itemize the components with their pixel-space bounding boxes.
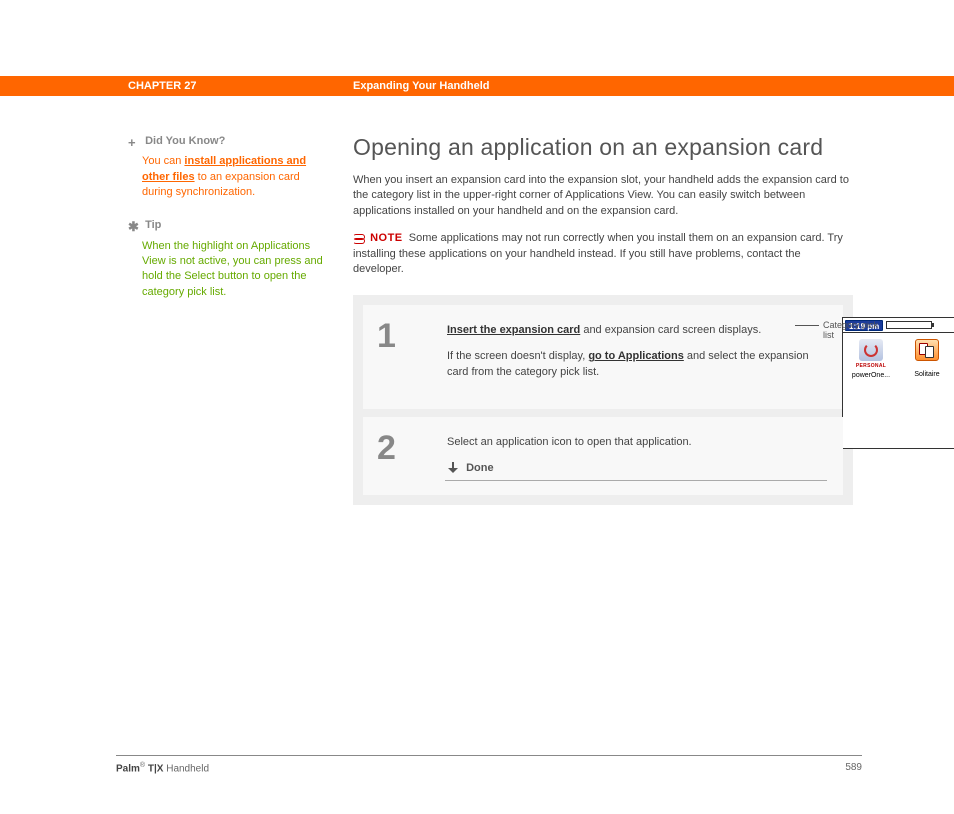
- sidebar: + Did You Know? You can install applicat…: [128, 134, 353, 505]
- page-number: 589: [845, 762, 862, 774]
- go-to-applications-link[interactable]: go to Applications: [588, 350, 684, 362]
- note-body: Some applications may not run correctly …: [353, 232, 843, 275]
- solitaire-icon: [915, 339, 939, 361]
- done-label: Done: [466, 462, 494, 474]
- step2-body: Select an application icon to open that …: [447, 435, 827, 451]
- page-footer: Palm® T|X Handheld 589: [116, 755, 862, 774]
- powerone-icon: [859, 339, 883, 361]
- done-row: Done: [447, 461, 827, 477]
- step-2-content: Select an application icon to open that …: [447, 431, 827, 477]
- chapter-header-bar: CHAPTER 27 Expanding Your Handheld: [0, 76, 954, 96]
- step-number: 1: [377, 319, 447, 391]
- callout-leader-line: [795, 325, 819, 326]
- note-icon: [353, 233, 365, 243]
- apps-area: PERSONAL powerOne... Solitaire: [843, 333, 954, 448]
- page-body: + Did You Know? You can install applicat…: [0, 96, 954, 505]
- app-powerone[interactable]: PERSONAL powerOne...: [849, 339, 893, 380]
- page-title: Opening an application on an expansion c…: [353, 134, 853, 161]
- note-paragraph: NOTE Some applications may not run corre…: [353, 231, 853, 277]
- done-underline: [445, 480, 827, 481]
- plus-icon: +: [128, 134, 142, 152]
- step-number: 2: [377, 431, 447, 477]
- step-1: 1 Insert the expansion card and expansio…: [363, 305, 843, 409]
- did-you-know-heading: Did You Know?: [145, 135, 225, 147]
- did-you-know-block: + Did You Know? You can install applicat…: [128, 134, 353, 200]
- tip-block: ✱ Tip When the highlight on Applications…: [128, 218, 353, 300]
- done-arrow-icon: [447, 462, 459, 474]
- steps-container: 1 Insert the expansion card and expansio…: [353, 295, 853, 505]
- step-1-content: Insert the expansion card and expansion …: [447, 319, 827, 391]
- footer-model: T|X: [145, 763, 163, 774]
- powerone-brand: PERSONAL: [849, 363, 893, 370]
- app-label-solitaire: Solitaire: [905, 370, 949, 380]
- main-content: Opening an application on an expansion c…: [353, 134, 863, 505]
- step1-text1: and expansion card screen displays.: [580, 324, 761, 336]
- chapter-label: CHAPTER 27: [128, 80, 353, 92]
- app-label-powerone: powerOne...: [849, 371, 893, 381]
- footer-brand: Palm® T|X Handheld: [116, 762, 209, 774]
- tip-heading: Tip: [145, 219, 161, 231]
- battery-icon: [886, 321, 932, 329]
- category-callout: Category pick list: [823, 321, 883, 341]
- footer-suffix: Handheld: [163, 763, 209, 774]
- chapter-subtitle: Expanding Your Handheld: [353, 80, 490, 92]
- did-you-know-body: You can install applications and other f…: [128, 154, 333, 200]
- insert-card-link[interactable]: Insert the expansion card: [447, 324, 580, 336]
- app-solitaire[interactable]: Solitaire: [905, 339, 949, 380]
- note-label: NOTE: [370, 232, 403, 244]
- asterisk-icon: ✱: [128, 218, 142, 236]
- step-2: 2 Select an application icon to open tha…: [363, 417, 843, 495]
- step1-text2a: If the screen doesn't display,: [447, 350, 588, 362]
- intro-paragraph: When you insert an expansion card into t…: [353, 173, 853, 219]
- dyk-text-1: You can: [142, 155, 184, 167]
- footer-palm: Palm: [116, 763, 140, 774]
- tip-body: When the highlight on Applications View …: [128, 239, 333, 301]
